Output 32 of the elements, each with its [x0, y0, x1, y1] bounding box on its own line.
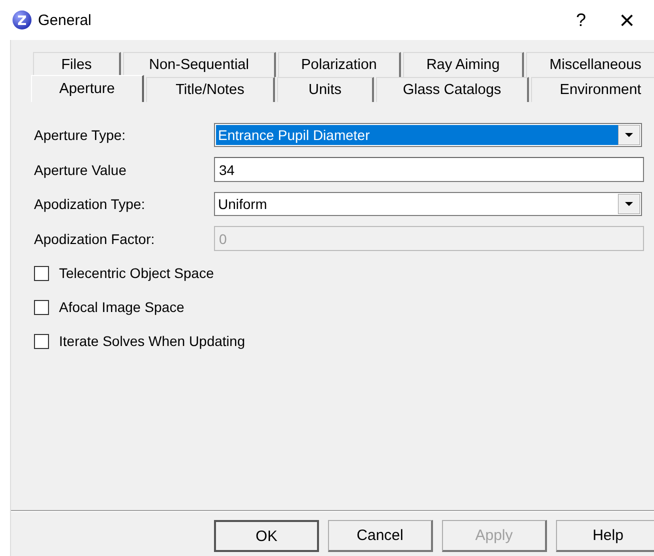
- app-logo-icon: [12, 10, 32, 30]
- dropdown[interactable]: Uniform: [214, 192, 642, 216]
- tab[interactable]: Title/Notes: [146, 77, 275, 102]
- tab[interactable]: Aperture: [31, 75, 144, 102]
- window-title: General: [38, 12, 92, 28]
- field-label: Aperture Value: [34, 162, 128, 178]
- tab[interactable]: Environment: [531, 77, 654, 102]
- tab[interactable]: Polarization: [278, 52, 401, 77]
- checkbox[interactable]: [34, 266, 49, 280]
- dropdown[interactable]: Entrance Pupil Diameter: [214, 123, 642, 148]
- tab[interactable]: Miscellaneous: [526, 52, 654, 77]
- tab[interactable]: Glass Catalogs: [376, 77, 529, 102]
- checkbox[interactable]: [34, 300, 49, 314]
- checkbox[interactable]: [34, 334, 49, 348]
- field-label: Aperture Type:: [34, 127, 127, 144]
- dialog-button[interactable]: OK: [214, 520, 319, 552]
- input-field[interactable]: 34: [214, 157, 644, 182]
- checkbox-label: Afocal Image Space: [59, 299, 184, 315]
- field-label: Apodization Factor:: [34, 230, 156, 247]
- checkbox-label: Telecentric Object Space: [59, 265, 214, 281]
- tab[interactable]: Non-Sequential: [123, 52, 276, 77]
- field-label: Apodization Type:: [34, 196, 146, 212]
- tab[interactable]: Files: [33, 52, 121, 77]
- dropdown-arrow-icon: [618, 125, 640, 146]
- close-button[interactable]: ×: [604, 2, 650, 38]
- tab[interactable]: Ray Aiming: [403, 52, 524, 77]
- tab[interactable]: Units: [277, 77, 374, 102]
- checkbox-label: Iterate Solves When Updating: [59, 333, 245, 349]
- help-button[interactable]: ?: [558, 2, 604, 38]
- dialog-button[interactable]: Help: [556, 520, 654, 552]
- dialog-button[interactable]: Cancel: [328, 520, 433, 552]
- dropdown-arrow-icon: [618, 194, 640, 214]
